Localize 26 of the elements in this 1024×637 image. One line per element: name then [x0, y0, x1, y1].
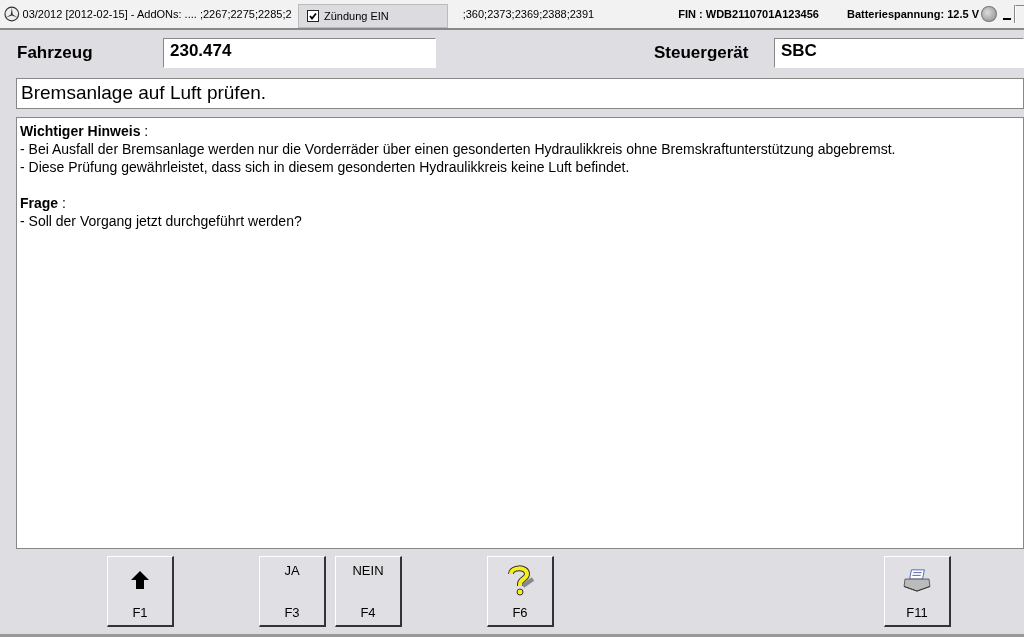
message-text: - Diese Prüfung gewährleistet, dass sich in diesem gesonderten Hydraulikkreis keine Luft befindet. [20, 158, 631, 176]
message-text: - Soll der Vorgang jetzt durchgeführt werden? [20, 212, 303, 230]
section-heading: Wichtiger Hinweis : [20, 122, 150, 140]
star-logo-icon [4, 6, 20, 22]
question-mark-icon [505, 564, 535, 596]
printer-icon [902, 568, 932, 592]
function-key-button[interactable]: JA F3 [259, 556, 326, 627]
message-text: - Bei Ausfall der Bremsanlage werden nur die Vorderräder über einen gesonderten Hydraulikkreis ohne Bremskraftunterstützung abgebremst. [20, 140, 897, 158]
function-key-button[interactable]: NEIN F4 [335, 556, 402, 627]
globe-icon [981, 6, 997, 22]
version-text: 03/2012 [2012-02-15] - AddONs: .... ;2267;2275;2285;2 [22, 8, 293, 20]
function-key-button[interactable]: F6 [487, 556, 554, 627]
function-key-button[interactable]: F11 [884, 556, 951, 627]
control-unit-field: SBC [774, 38, 1024, 68]
vehicle-field: 230.474 [163, 38, 436, 68]
control-unit-label: Steuergerät [654, 43, 750, 63]
instruction-field: Bremsanlage auf Luft prüfen. [16, 78, 1024, 109]
ignition-label: Zündung EIN [324, 10, 389, 22]
fin-text: FIN : WDB2110701A123456 [678, 8, 820, 20]
ignition-checkbox[interactable] [307, 10, 319, 22]
vehicle-label: Fahrzeug [17, 43, 94, 63]
battery-text: Batteriespannung: 12.5 V [846, 8, 979, 20]
up-arrow-icon [130, 569, 150, 591]
addons-text: ;360;2373;2369;2388;2391 [462, 8, 596, 20]
function-key-button[interactable]: F1 [107, 556, 174, 627]
section-heading: Frage : [20, 194, 67, 212]
